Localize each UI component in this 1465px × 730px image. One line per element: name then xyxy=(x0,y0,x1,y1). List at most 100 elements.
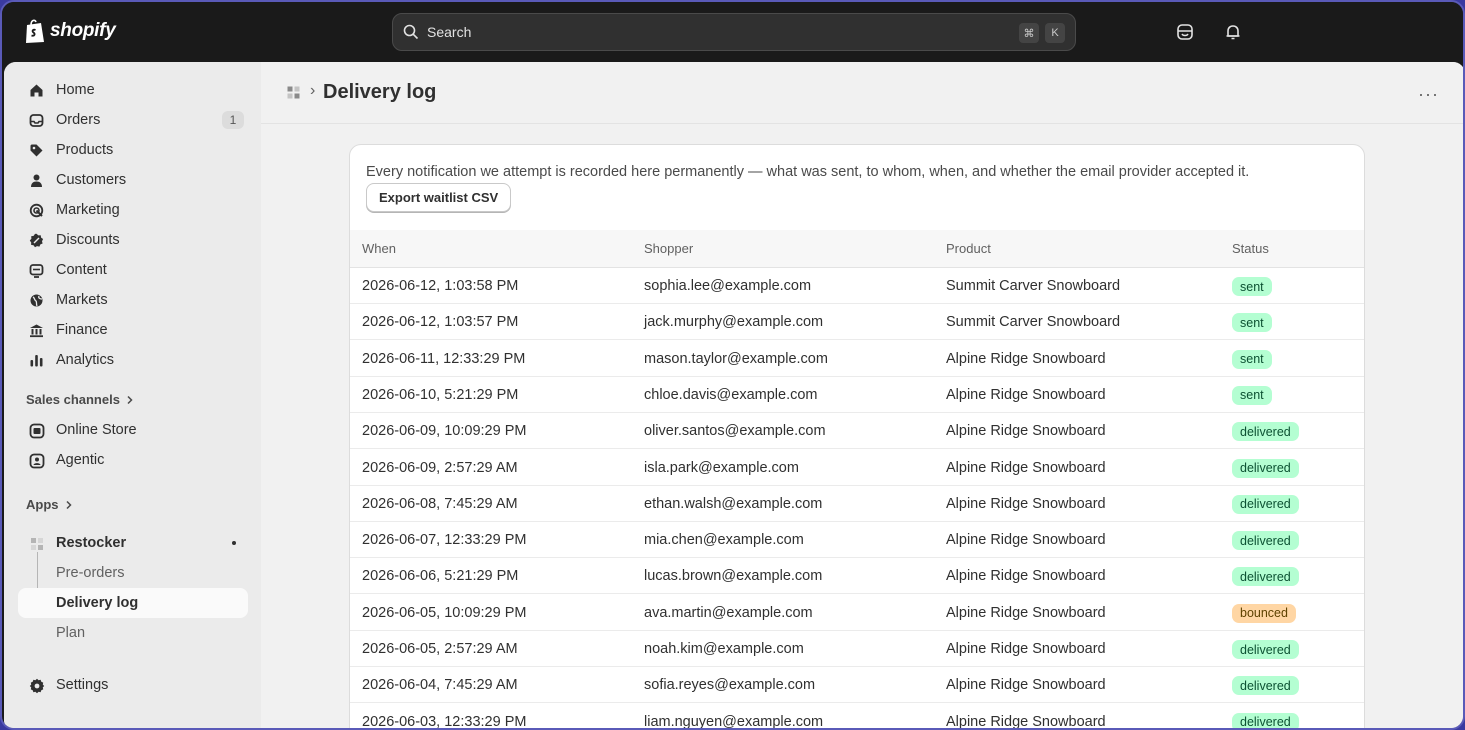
cell-product: Alpine Ridge Snowboard xyxy=(946,641,1106,657)
sidebar-item-label: Plan xyxy=(56,625,86,641)
table-row[interactable]: 2026-06-06, 5:21:29 PM lucas.brown@exampl… xyxy=(350,558,1364,595)
more-actions-button[interactable]: ··· xyxy=(1418,84,1439,105)
sidebar-item-finance[interactable]: Finance xyxy=(18,315,248,345)
cell-when: 2026-06-03, 12:33:29 PM xyxy=(362,713,527,730)
sidebar-item-restocker[interactable]: Restocker xyxy=(18,528,248,558)
sidebar-item-label: Delivery log xyxy=(56,595,139,611)
sidebar-item-pre-orders[interactable]: Pre-orders xyxy=(18,558,248,588)
top-bar: shopify Search ⌘ K xyxy=(2,2,1463,62)
card-description: Every notification we attempt is recorde… xyxy=(366,164,1250,180)
page-header: › Delivery log ··· xyxy=(261,62,1463,124)
column-header-when: When xyxy=(362,241,396,256)
agent-icon xyxy=(28,452,45,469)
table-row[interactable]: 2026-06-09, 10:09:29 PM oliver.santos@exa… xyxy=(350,413,1364,450)
cell-product: Summit Carver Snowboard xyxy=(946,278,1121,294)
column-header-shopper: Shopper xyxy=(644,241,694,256)
store-icon[interactable] xyxy=(1175,22,1195,42)
status-badge: bounced xyxy=(1232,603,1296,623)
search-placeholder: Search xyxy=(427,24,472,40)
cell-product: Summit Carver Snowboard xyxy=(946,314,1121,331)
table-row[interactable]: 2026-06-08, 7:45:29 AM ethan.walsh@exampl… xyxy=(350,486,1364,522)
cell-when: 2026-06-05, 2:57:29 AM xyxy=(362,641,518,657)
status-badge: delivered xyxy=(1232,567,1299,587)
main-area: Home Orders 1 Products Customers Marketi… xyxy=(4,62,1463,730)
sidebar-item-delivery-log[interactable]: Delivery log xyxy=(18,588,248,618)
sales-channels-label: Sales channels xyxy=(26,392,120,407)
cell-when: 2026-06-09, 10:09:29 PM xyxy=(362,423,527,440)
sidebar-item-label: Online Store xyxy=(56,422,137,438)
status-badge: sent xyxy=(1232,385,1272,405)
cell-when: 2026-06-04, 7:45:29 AM xyxy=(362,677,518,694)
sidebar-item-analytics[interactable]: Analytics xyxy=(18,345,248,375)
table-row[interactable]: 2026-06-09, 2:57:29 AM isla.park@example.… xyxy=(350,450,1364,486)
sidebar-item-home[interactable]: Home xyxy=(18,75,248,105)
cell-product: Alpine Ridge Snowboard xyxy=(946,459,1106,476)
cell-product: Alpine Ridge Snowboard xyxy=(946,677,1106,694)
status-badge: delivered xyxy=(1232,531,1299,551)
status-badge: delivered xyxy=(1232,494,1299,514)
cell-when: 2026-06-12, 1:03:58 PM xyxy=(362,278,519,294)
table-row[interactable]: 2026-06-03, 12:33:29 PM liam.nguyen@examp… xyxy=(350,704,1364,730)
sidebar-item-customers[interactable]: Customers xyxy=(18,165,248,195)
cell-when: 2026-06-07, 12:33:29 PM xyxy=(362,532,527,549)
cell-shopper: chloe.davis@example.com xyxy=(644,386,818,403)
person-icon xyxy=(28,172,45,189)
table-row[interactable]: 2026-06-05, 10:09:29 PM ava.martin@exampl… xyxy=(350,595,1364,631)
cell-shopper: noah.kim@example.com xyxy=(644,641,804,657)
chevron-right-icon xyxy=(65,500,72,509)
cell-shopper: isla.park@example.com xyxy=(644,459,799,476)
app-icon xyxy=(28,535,45,552)
sidebar-item-online-store[interactable]: Online Store xyxy=(18,415,248,445)
sidebar-item-content[interactable]: Content xyxy=(18,255,248,285)
delivery-log-card: Every notification we attempt is recorde… xyxy=(349,144,1365,730)
sidebar-item-products[interactable]: Products xyxy=(18,135,248,165)
page-content: › Delivery log ··· Every notification we… xyxy=(261,62,1463,730)
breadcrumb-separator: › xyxy=(310,82,316,99)
cell-product: Alpine Ridge Snowboard xyxy=(946,532,1106,549)
cell-product: Alpine Ridge Snowboard xyxy=(946,423,1106,440)
target-icon xyxy=(28,202,45,219)
sidebar-item-agentic[interactable]: Agentic xyxy=(18,445,248,475)
sidebar-item-label: Content xyxy=(56,262,107,278)
sales-channels-heading[interactable]: Sales channels xyxy=(26,392,134,407)
shopify-bag-icon xyxy=(26,19,44,43)
table-row[interactable]: 2026-06-07, 12:33:29 PM mia.chen@example.… xyxy=(350,522,1364,559)
cell-shopper: sofia.reyes@example.com xyxy=(644,677,816,694)
cell-product: Alpine Ridge Snowboard xyxy=(946,713,1106,730)
pin-dot-icon[interactable] xyxy=(232,541,236,545)
bank-icon xyxy=(28,322,45,339)
table-row[interactable]: 2026-06-11, 12:33:29 PM mason.taylor@exam… xyxy=(350,341,1364,377)
sidebar-item-discounts[interactable]: Discounts xyxy=(18,225,248,255)
table-row[interactable]: 2026-06-12, 1:03:57 PM jack.murphy@exampl… xyxy=(350,304,1364,341)
sidebar-item-marketing[interactable]: Marketing xyxy=(18,195,248,225)
table-row[interactable]: 2026-06-12, 1:03:58 PM sophia.lee@example… xyxy=(350,268,1364,304)
sidebar-item-label: Markets xyxy=(56,292,108,308)
cell-shopper: mia.chen@example.com xyxy=(644,532,804,549)
cell-shopper: ava.martin@example.com xyxy=(644,604,813,621)
cell-when: 2026-06-08, 7:45:29 AM xyxy=(362,495,518,512)
bell-icon[interactable] xyxy=(1223,22,1243,42)
table-row[interactable]: 2026-06-10, 5:21:29 PM chloe.davis@exampl… xyxy=(350,377,1364,413)
column-header-product: Product xyxy=(946,241,991,256)
column-header-status: Status xyxy=(1232,241,1269,256)
cell-product: Alpine Ridge Snowboard xyxy=(946,568,1106,585)
sidebar-item-settings[interactable]: Settings xyxy=(18,670,248,700)
table-row[interactable]: 2026-06-05, 2:57:29 AM noah.kim@example.c… xyxy=(350,631,1364,667)
app-window: shopify Search ⌘ K Home Orders 1 Product… xyxy=(0,0,1465,730)
shopify-logo[interactable]: shopify xyxy=(24,18,116,44)
status-badge: sent xyxy=(1232,277,1272,296)
apps-heading[interactable]: Apps xyxy=(26,497,73,512)
table-row[interactable]: 2026-06-04, 7:45:29 AM sofia.reyes@exampl… xyxy=(350,667,1364,704)
apps-label: Apps xyxy=(26,497,59,512)
sidebar-item-orders[interactable]: Orders 1 xyxy=(18,105,248,135)
app-breadcrumb-icon[interactable] xyxy=(287,86,300,104)
sidebar-item-plan[interactable]: Plan xyxy=(18,618,248,648)
search-bar[interactable]: Search ⌘ K xyxy=(392,13,1076,51)
sidebar-item-label: Customers xyxy=(56,172,127,188)
shortcut-k-key: K xyxy=(1045,23,1065,43)
sidebar-item-markets[interactable]: Markets xyxy=(18,285,248,315)
cell-product: Alpine Ridge Snowboard xyxy=(946,495,1106,512)
cell-when: 2026-06-12, 1:03:57 PM xyxy=(362,314,519,331)
export-waitlist-button[interactable]: Export waitlist CSV xyxy=(366,183,512,212)
sidebar-item-label: Restocker xyxy=(56,535,127,551)
